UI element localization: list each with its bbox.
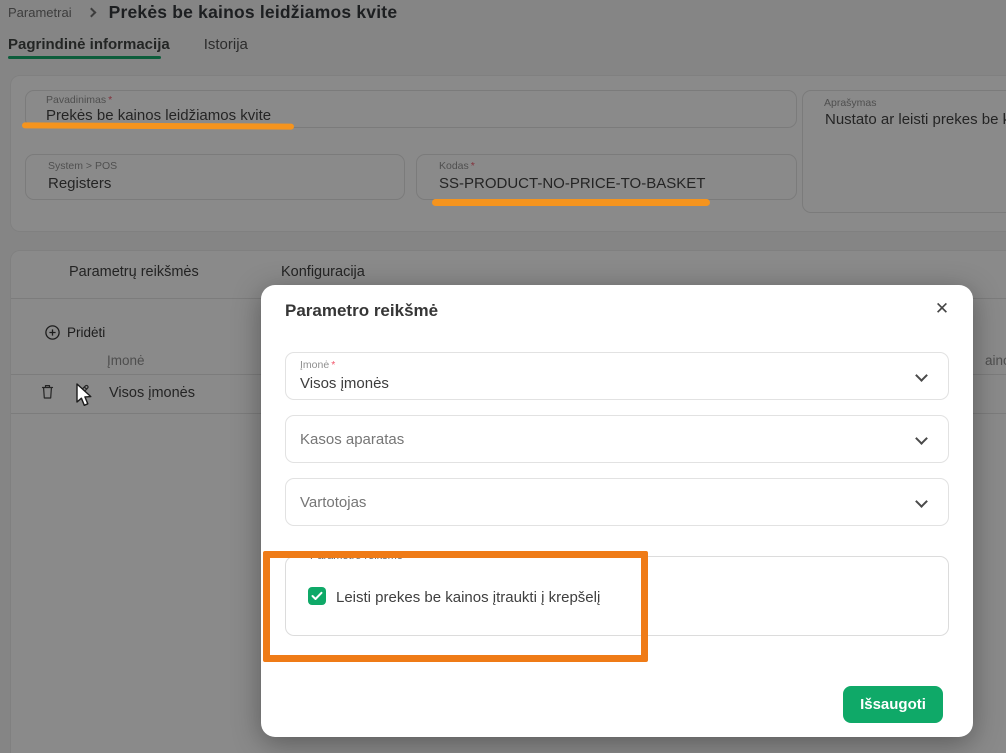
mouse-cursor-icon — [73, 383, 95, 409]
kasos-aparatas-dropdown[interactable]: Kasos aparatas — [285, 415, 949, 463]
save-button[interactable]: Išsaugoti — [843, 686, 943, 723]
annotation-underline-kodas — [432, 199, 710, 206]
imone-dropdown-value: Visos įmonės — [300, 375, 389, 392]
vartotojas-dropdown[interactable]: Vartotojas — [285, 478, 949, 526]
chevron-down-icon — [915, 495, 928, 508]
annotation-rect-fieldset — [263, 551, 648, 662]
chevron-down-icon — [915, 369, 928, 382]
vartotojas-placeholder: Vartotojas — [300, 494, 366, 511]
parameter-value-modal: Parametro reikšmė ✕ Įmonė* Visos įmonės … — [261, 285, 973, 737]
close-icon[interactable]: ✕ — [929, 296, 955, 322]
imone-dropdown-label: Įmonė* — [300, 359, 335, 371]
imone-dropdown[interactable]: Įmonė* Visos įmonės — [285, 352, 949, 400]
modal-title: Parametro reikšmė — [285, 301, 438, 321]
kasos-aparatas-placeholder: Kasos aparatas — [300, 431, 404, 448]
chevron-down-icon — [915, 432, 928, 445]
annotation-underline-pavadinimas — [22, 122, 294, 129]
